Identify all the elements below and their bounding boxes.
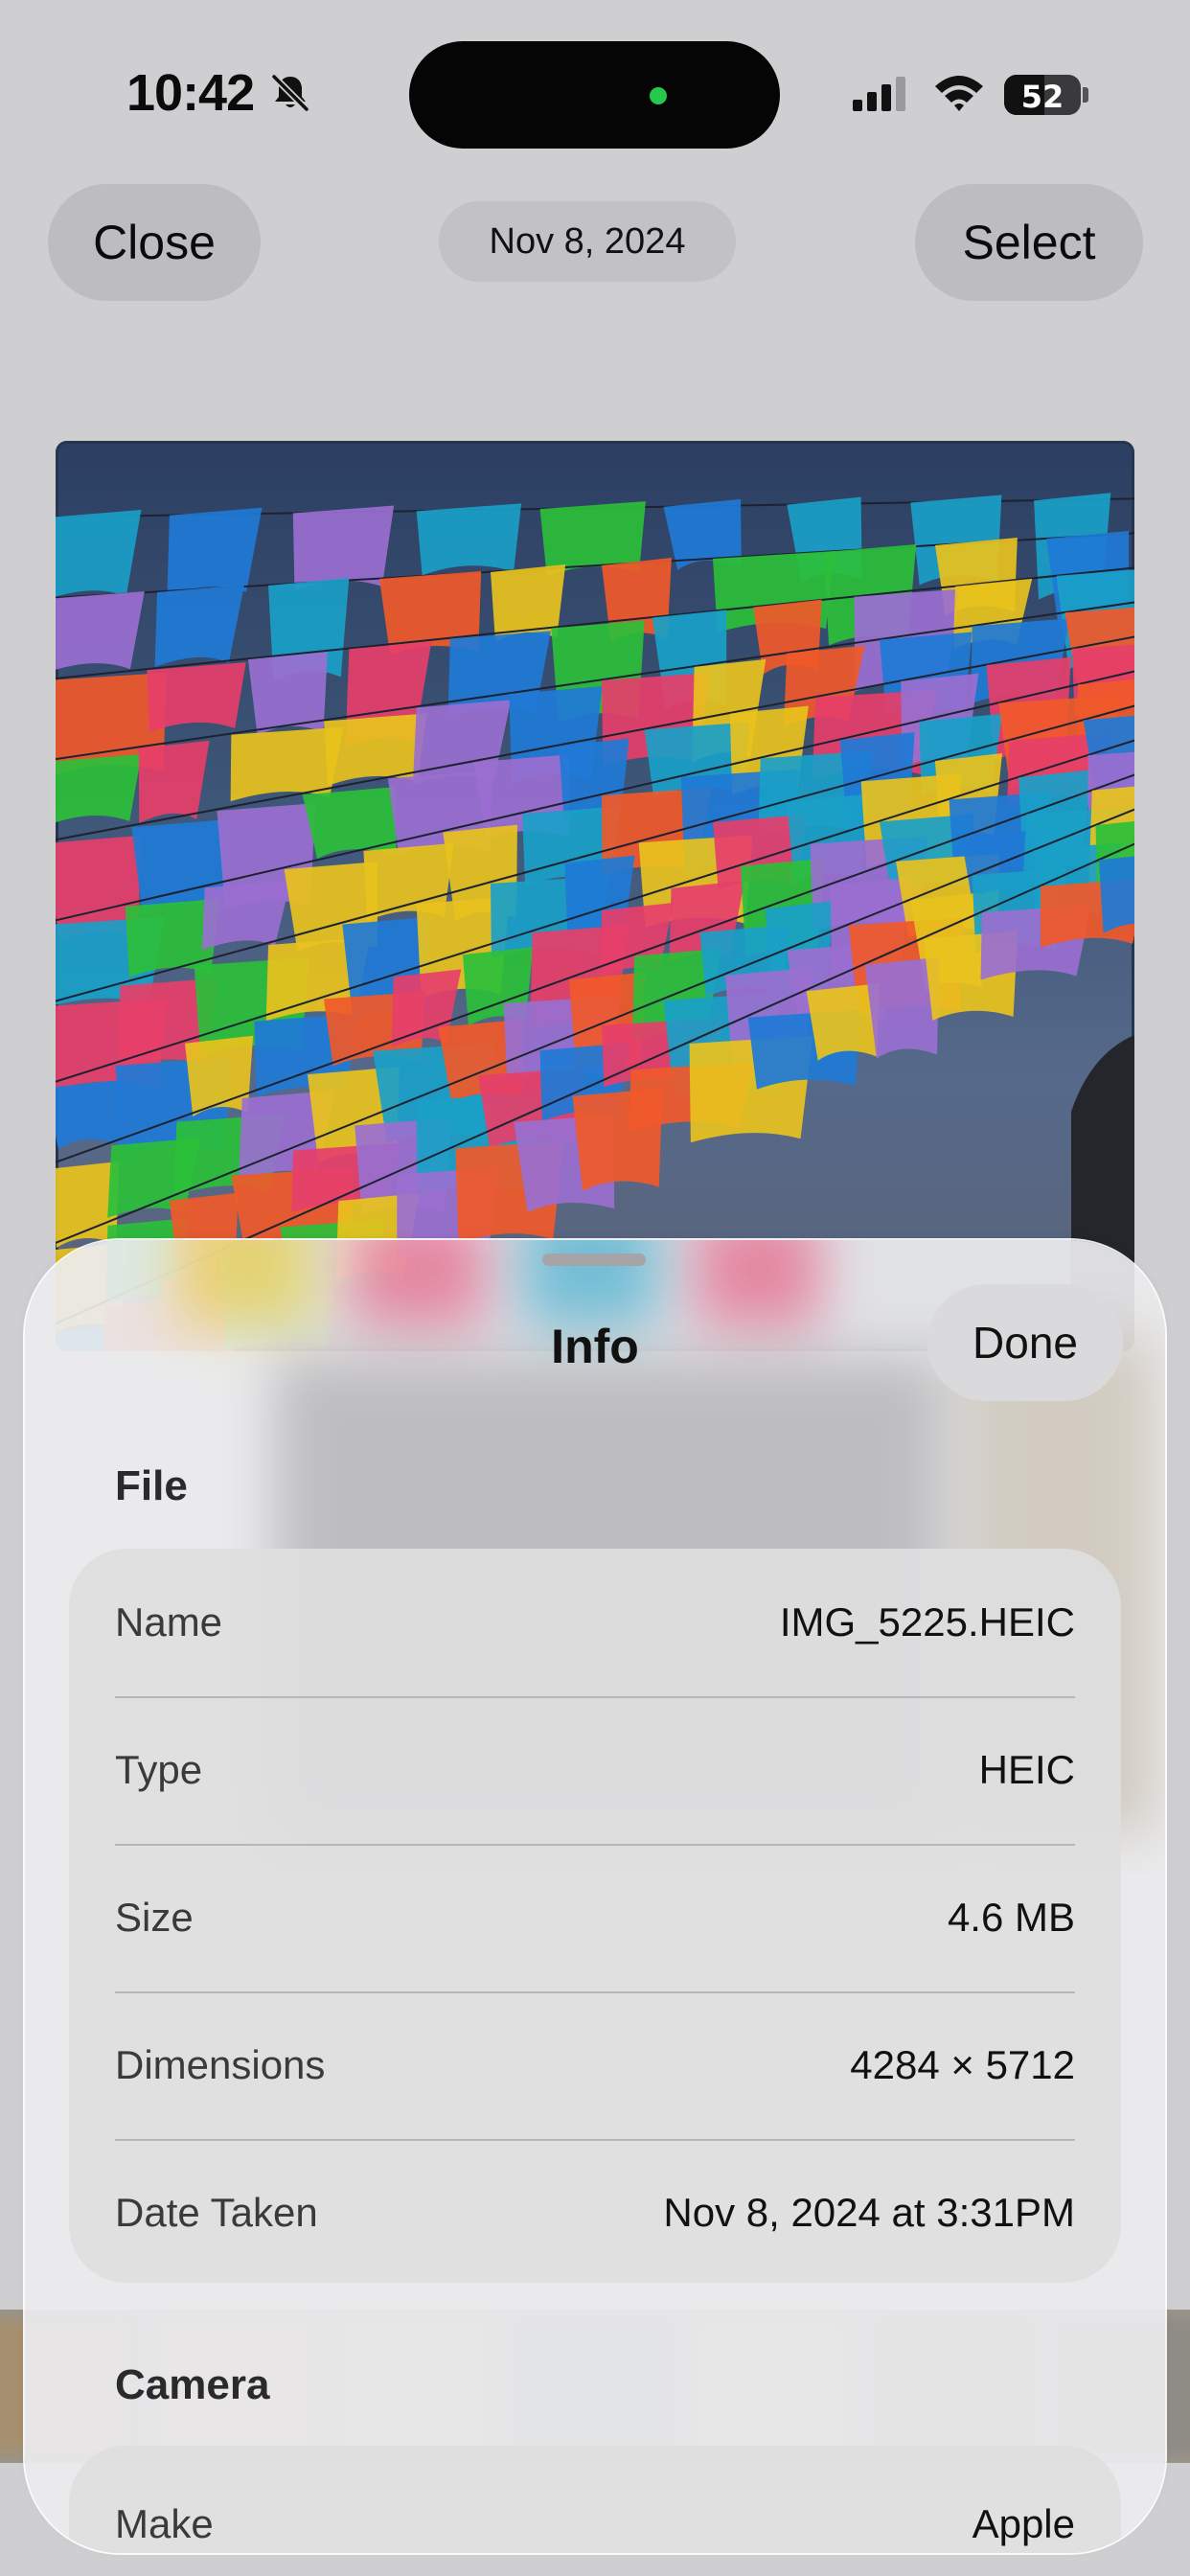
dynamic-island — [409, 41, 780, 149]
status-time: 10:42 — [126, 64, 255, 122]
flag-shape — [247, 652, 328, 736]
row-value: HEIC — [978, 1747, 1075, 1792]
battery-icon: 52 — [1004, 75, 1081, 115]
select-button[interactable]: Select — [915, 184, 1143, 301]
flag-shape — [154, 585, 245, 668]
file-info-card: Name IMG_5225.HEIC Type HEIC Size 4.6 MB… — [69, 1549, 1121, 2283]
row-label: Type — [115, 1747, 203, 1792]
photo-date: Nov 8, 2024 — [439, 201, 736, 282]
row-value: 4.6 MB — [947, 1895, 1075, 1940]
bell-slash-icon — [271, 74, 309, 112]
camera-indicator-dot — [650, 87, 667, 104]
flag-shape — [324, 713, 427, 786]
file-row-date-taken: Date Taken Nov 8, 2024 at 3:31PM — [115, 2139, 1075, 2283]
flag-shape — [806, 983, 880, 1061]
battery-percent: 52 — [1020, 79, 1064, 115]
wifi-icon — [935, 76, 983, 111]
close-button[interactable]: Close — [48, 184, 261, 301]
sheet-grabber[interactable] — [542, 1254, 646, 1266]
flag-shape — [56, 754, 142, 823]
file-row-size: Size 4.6 MB — [115, 1844, 1075, 1991]
flag-shape — [1098, 856, 1134, 933]
row-value: Nov 8, 2024 at 3:31PM — [663, 2190, 1075, 2235]
camera-info-card: Make Apple — [69, 2446, 1121, 2553]
file-row-name: Name IMG_5225.HEIC — [115, 1549, 1075, 1696]
row-value: 4284 × 5712 — [850, 2042, 1075, 2087]
row-label: Make — [115, 2501, 214, 2546]
flag-shape — [138, 740, 210, 824]
row-value: Apple — [972, 2501, 1075, 2546]
file-row-type: Type HEIC — [115, 1696, 1075, 1844]
flag-shape — [56, 1080, 124, 1150]
file-row-dimensions: Dimensions 4284 × 5712 — [115, 1991, 1075, 2139]
file-section-title: File — [115, 1462, 188, 1509]
flag-shape — [56, 510, 142, 597]
camera-section-title: Camera — [115, 2361, 270, 2408]
papel-picado-flags-image — [56, 493, 1134, 1351]
row-label: Name — [115, 1599, 223, 1644]
flag-shape — [56, 591, 145, 670]
cellular-signal-icon — [853, 77, 905, 111]
battery-tip — [1083, 87, 1088, 103]
row-label: Size — [115, 1895, 194, 1940]
info-sheet: Info Done File Name IMG_5225.HEIC Type H… — [25, 1240, 1165, 2553]
row-value: IMG_5225.HEIC — [779, 1599, 1075, 1644]
done-button[interactable]: Done — [927, 1284, 1123, 1401]
flag-shape — [416, 503, 522, 576]
row-label: Date Taken — [115, 2190, 318, 2235]
row-label: Dimensions — [115, 2042, 326, 2087]
camera-row-make: Make Apple — [115, 2446, 1075, 2553]
flag-shape — [302, 787, 397, 860]
photo-preview[interactable] — [56, 441, 1134, 1351]
flag-shape — [167, 507, 263, 597]
flag-shape — [147, 662, 246, 733]
